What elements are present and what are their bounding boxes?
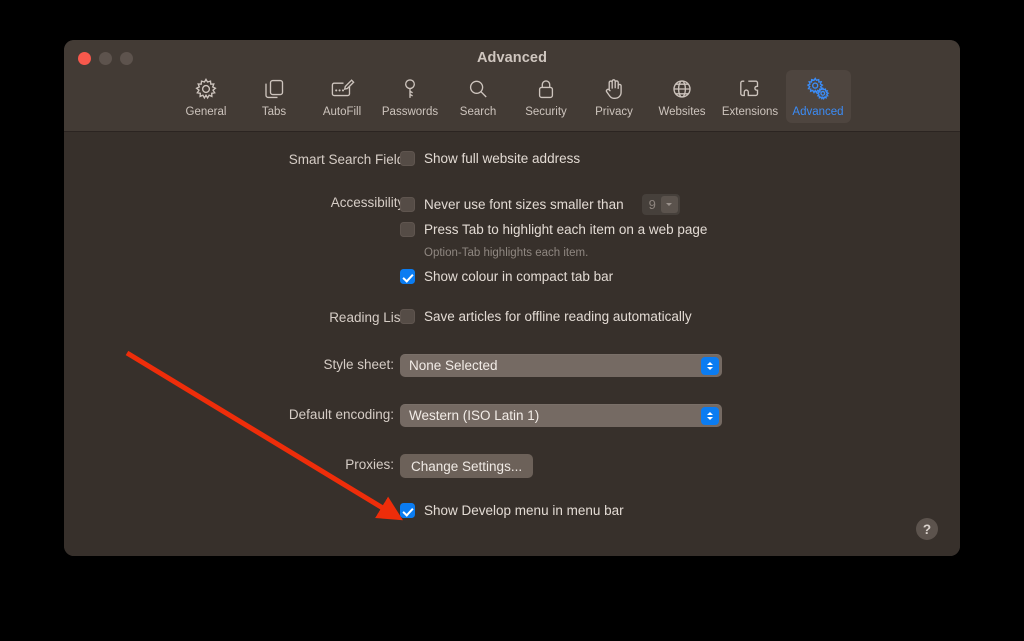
option-tab-hint-text: Option-Tab highlights each item.: [424, 247, 589, 259]
save-articles-offline-label: Save articles for offline reading automa…: [424, 309, 692, 324]
chevron-down-icon: [660, 196, 678, 213]
reading-list-label: Reading List:: [329, 310, 408, 325]
gear-icon: [193, 76, 219, 102]
tab-advanced-label: Advanced: [792, 106, 844, 118]
magnifier-icon: [465, 76, 491, 102]
lock-icon: [533, 76, 559, 102]
option-tab-hint: Option-Tab highlights each item.: [424, 247, 588, 259]
press-tab-highlight-label: Press Tab to highlight each item on a we…: [424, 222, 708, 237]
window-title: Advanced: [476, 50, 548, 66]
show-full-website-address-checkbox[interactable]: [400, 151, 415, 166]
smart-search-field-label: Smart Search Field:: [288, 152, 408, 167]
tab-extensions-label: Extensions: [721, 106, 779, 118]
chevron-up-down-icon: [701, 356, 719, 375]
never-use-font-sizes-row[interactable]: Never use font sizes smaller than 9: [400, 194, 680, 215]
tab-tabs-label: Tabs: [261, 106, 287, 118]
row-style-sheet: Style sheet:: [64, 357, 394, 377]
tab-autofill-label: AutoFill: [322, 106, 362, 118]
change-settings-button[interactable]: Change Settings...: [400, 454, 534, 478]
default-encoding-label: Default encoding:: [288, 407, 394, 422]
tab-passwords[interactable]: Passwords: [378, 70, 443, 123]
never-use-font-sizes-label: Never use font sizes smaller than: [424, 197, 624, 212]
tab-general-label: General: [185, 106, 227, 118]
key-icon: [397, 76, 423, 102]
row-default-encoding: Default encoding:: [64, 407, 394, 427]
help-button[interactable]: ?: [916, 518, 938, 540]
tab-autofill[interactable]: AutoFill: [310, 70, 375, 123]
advanced-settings-pane: Smart Search Field: Show full website ad…: [64, 132, 960, 556]
default-encoding-select[interactable]: Western (ISO Latin 1): [400, 404, 722, 427]
tab-general[interactable]: General: [174, 70, 239, 123]
minimum-font-size-select[interactable]: 9: [641, 194, 680, 215]
preferences-window: Advanced General Tabs AutoFill Passwords…: [64, 40, 960, 556]
row-accessibility: Accessibility:: [64, 195, 408, 215]
tab-websites[interactable]: Websites: [650, 70, 715, 123]
style-sheet-value: None Selected: [409, 358, 498, 373]
tab-extensions[interactable]: Extensions: [718, 70, 783, 123]
tab-websites-label: Websites: [658, 106, 706, 118]
tab-security-label: Security: [525, 106, 567, 118]
press-tab-highlight-checkbox[interactable]: [400, 222, 415, 237]
style-sheet-label: Style sheet:: [323, 357, 394, 372]
tab-search-label: Search: [459, 106, 497, 118]
tab-advanced[interactable]: Advanced: [785, 70, 851, 123]
row-smart-search-field: Smart Search Field:: [64, 152, 408, 172]
show-develop-menu-checkbox[interactable]: [400, 503, 415, 518]
tab-tabs[interactable]: Tabs: [242, 70, 307, 123]
window-titlebar: Advanced General Tabs AutoFill Passwords…: [64, 40, 960, 132]
show-colour-compact-tab-bar-row[interactable]: Show colour in compact tab bar: [400, 269, 613, 284]
tab-security[interactable]: Security: [514, 70, 579, 123]
never-use-font-sizes-checkbox[interactable]: [400, 197, 415, 212]
preferences-toolbar: General Tabs AutoFill Passwords Search S…: [64, 70, 960, 123]
accessibility-label: Accessibility:: [330, 195, 408, 210]
show-colour-compact-tab-bar-checkbox[interactable]: [400, 269, 415, 284]
tab-passwords-label: Passwords: [381, 106, 439, 118]
chevron-up-down-icon: [701, 406, 719, 425]
default-encoding-value: Western (ISO Latin 1): [409, 408, 540, 423]
autofill-icon: [329, 76, 355, 102]
press-tab-highlight-row[interactable]: Press Tab to highlight each item on a we…: [400, 222, 707, 237]
save-articles-offline-checkbox[interactable]: [400, 309, 415, 324]
hand-icon: [601, 76, 627, 102]
show-develop-menu-row[interactable]: Show Develop menu in menu bar: [400, 503, 624, 518]
show-develop-menu-label: Show Develop menu in menu bar: [424, 503, 624, 518]
globe-icon: [669, 76, 695, 102]
proxies-label: Proxies:: [345, 457, 394, 472]
style-sheet-select[interactable]: None Selected: [400, 354, 722, 377]
tab-search[interactable]: Search: [446, 70, 511, 123]
screen: Advanced General Tabs AutoFill Passwords…: [0, 0, 1024, 641]
row-proxies: Proxies:: [64, 457, 394, 477]
show-full-website-address-row[interactable]: Show full website address: [400, 151, 580, 166]
double-gear-icon: [805, 76, 831, 102]
tabs-icon: [261, 76, 287, 102]
row-reading-list: Reading List:: [64, 310, 408, 330]
save-articles-offline-row[interactable]: Save articles for offline reading automa…: [400, 309, 692, 324]
minimum-font-size-value: 9: [648, 197, 656, 212]
tab-privacy-label: Privacy: [595, 106, 633, 118]
tab-privacy[interactable]: Privacy: [582, 70, 647, 123]
show-colour-compact-tab-bar-label: Show colour in compact tab bar: [424, 269, 614, 284]
show-full-website-address-label: Show full website address: [424, 151, 581, 166]
puzzle-icon: [737, 76, 763, 102]
